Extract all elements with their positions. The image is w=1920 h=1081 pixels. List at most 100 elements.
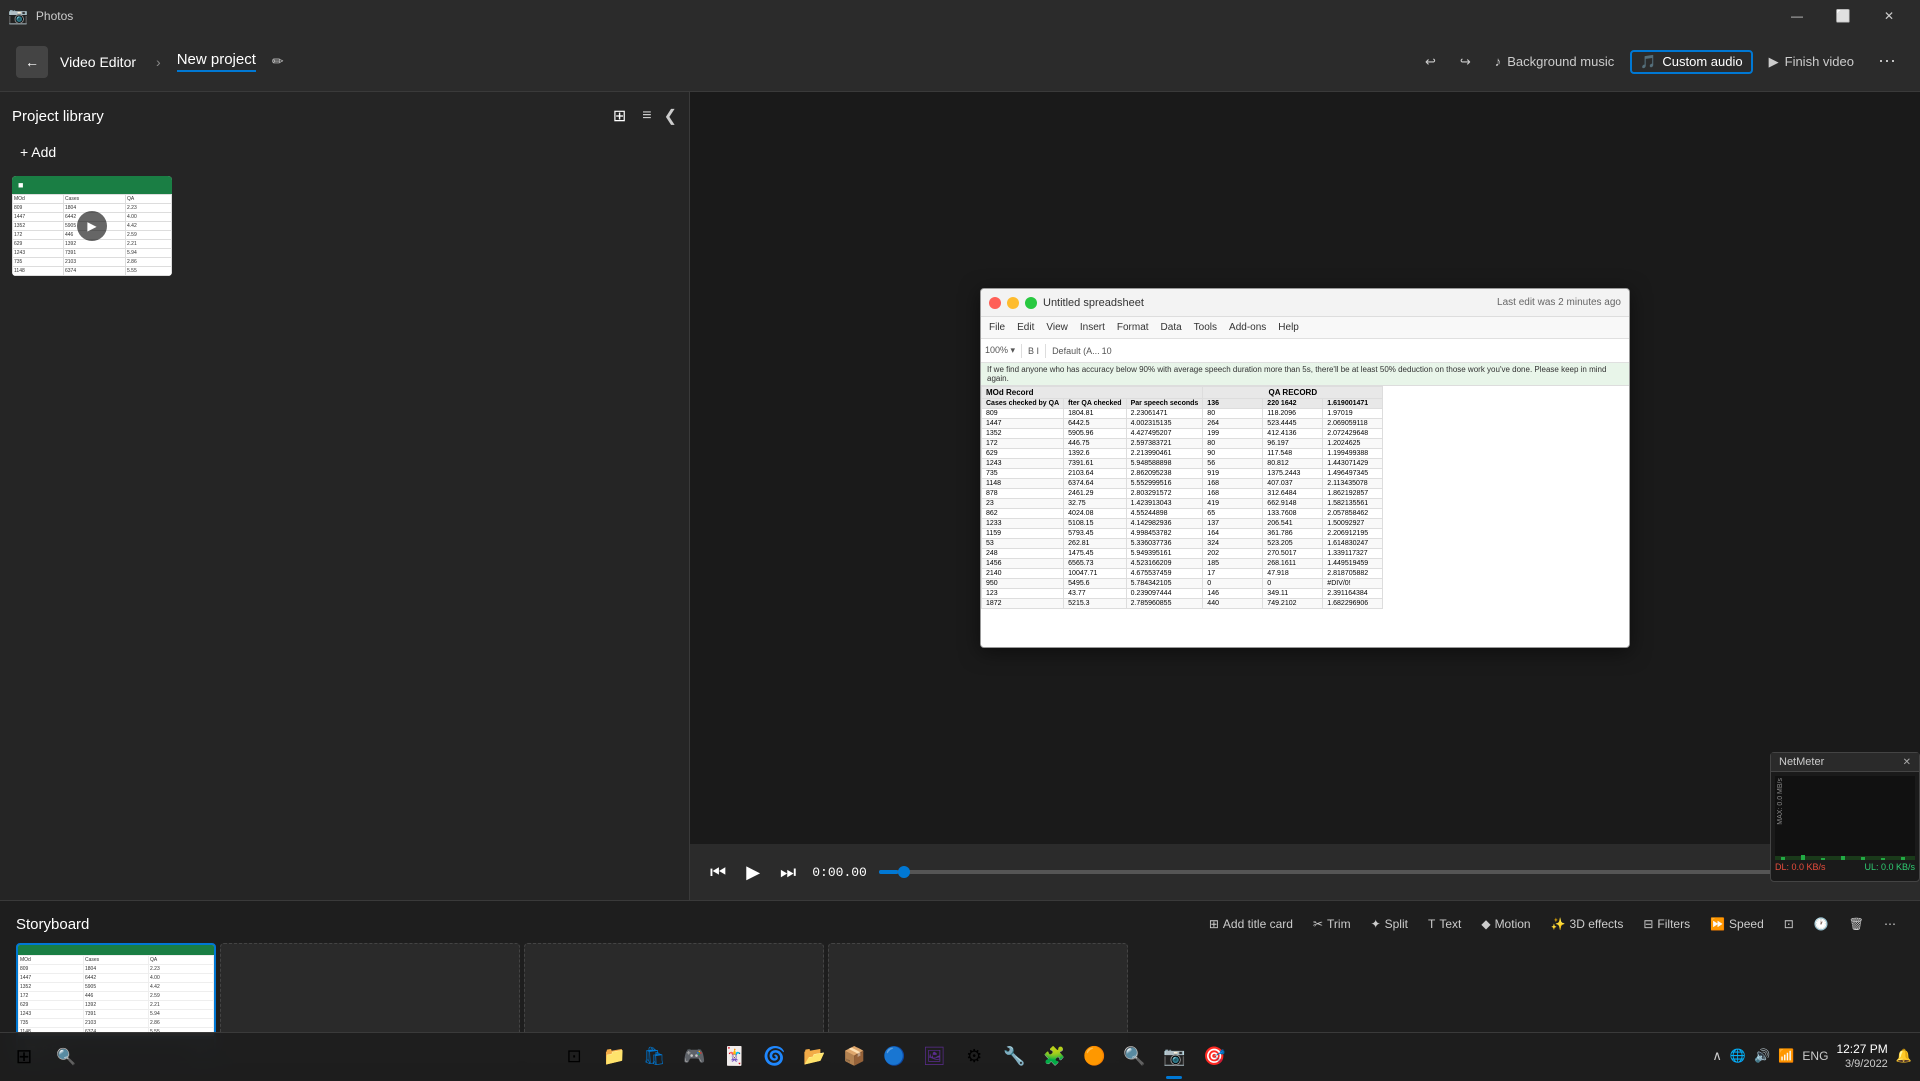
notifications-button[interactable]: 🔔	[1896, 1048, 1912, 1064]
dropbox-button[interactable]: 📦	[836, 1039, 872, 1075]
custom-audio-label: Custom audio	[1662, 54, 1742, 69]
list-view-button[interactable]: ≡	[638, 105, 655, 127]
table-row: 13525905.964.427495207199412.41362.07242…	[982, 429, 1383, 439]
menu-view[interactable]: View	[1046, 322, 1068, 333]
ss-close-btn[interactable]	[989, 297, 1001, 309]
music-icon: ♪	[1495, 54, 1502, 69]
menu-edit[interactable]: Edit	[1017, 322, 1034, 333]
start-button[interactable]: ⊞	[0, 1033, 48, 1081]
table-row: 8782461.292.803291572168312.64841.862192…	[982, 489, 1383, 499]
table-row: 2481475.455.949395161202270.50171.339117…	[982, 549, 1383, 559]
taskview-button[interactable]: ⊡	[556, 1039, 592, 1075]
dropbox-icon: 📦	[843, 1046, 865, 1067]
3d-effects-button[interactable]: ✨ 3D effects	[1543, 913, 1632, 935]
close-button[interactable]: ✕	[1866, 0, 1912, 32]
wifi-icon: 📶	[1778, 1048, 1794, 1064]
finish-video-button[interactable]: ▶ Finish video	[1761, 50, 1862, 74]
chrome-button[interactable]: 🔵	[876, 1039, 912, 1075]
xbox-button[interactable]: 🎮	[676, 1039, 712, 1075]
undo-button[interactable]: ↩	[1417, 50, 1444, 74]
dev-tools-button[interactable]: 🔧	[996, 1039, 1032, 1075]
browser-button[interactable]: 🟠	[1076, 1039, 1112, 1075]
rewind-button[interactable]: ⏮	[706, 858, 730, 887]
redo-button[interactable]: ↪	[1452, 50, 1479, 74]
speed-icon: ⏩	[1710, 917, 1725, 931]
more-tools-button[interactable]: ⋯	[1876, 913, 1904, 935]
menu-file[interactable]: File	[989, 322, 1005, 333]
spreadsheet-preview-window: Untitled spreadsheet Last edit was 2 min…	[980, 288, 1630, 648]
network-icon-button[interactable]: 🌐	[1730, 1048, 1746, 1064]
chrome-icon: 🔵	[883, 1046, 905, 1067]
background-music-button[interactable]: ♪ Background music	[1487, 50, 1622, 73]
crop-icon: ⊡	[1784, 917, 1794, 931]
taskbar-clock[interactable]: 12:27 PM 3/9/2022	[1836, 1042, 1887, 1072]
split-button[interactable]: ✦ Split	[1363, 913, 1416, 935]
grid-view-button[interactable]: ⊞	[609, 104, 630, 128]
ext-button[interactable]: 🧩	[1036, 1039, 1072, 1075]
timer-button[interactable]: 🕐	[1806, 913, 1837, 935]
photo-editor-button[interactable]: 🖼	[916, 1039, 952, 1075]
menu-tools[interactable]: Tools	[1194, 322, 1217, 333]
edit-project-name-button[interactable]: ✏	[272, 53, 284, 70]
crop-button[interactable]: ⊡	[1776, 913, 1802, 935]
solitaire-button[interactable]: 🃏	[716, 1039, 752, 1075]
store-button[interactable]: 🛍	[636, 1039, 672, 1075]
forward-button[interactable]: ⏭	[776, 858, 800, 887]
menu-insert[interactable]: Insert	[1080, 322, 1105, 333]
explorer-button[interactable]: 📁	[596, 1039, 632, 1075]
photos-button[interactable]: 📷	[1156, 1039, 1192, 1075]
search-button[interactable]: 🔍	[48, 1039, 84, 1075]
add-title-card-button[interactable]: ⊞ Add title card	[1201, 913, 1301, 935]
motion-label: Motion	[1495, 917, 1531, 931]
settings-button[interactable]: ⚙	[956, 1039, 992, 1075]
store-icon: 🛍	[643, 1046, 666, 1067]
maximize-button[interactable]: ⬜	[1820, 0, 1866, 32]
menu-help[interactable]: Help	[1278, 322, 1299, 333]
custom-audio-button[interactable]: 🎵 Custom audio	[1630, 50, 1752, 74]
menu-format[interactable]: Format	[1117, 322, 1149, 333]
files-button[interactable]: 📂	[796, 1039, 832, 1075]
taskbar-apps: ⊡ 📁 🛍 🎮 🃏 🌀 📂 📦 🔵 🖼 ⚙ 🔧 🧩 🟠 🔍 📷 🎯	[84, 1039, 1704, 1075]
trim-button[interactable]: ✂ Trim	[1305, 913, 1359, 935]
search-icon: 🔍	[56, 1047, 76, 1067]
menu-addons[interactable]: Add-ons	[1229, 322, 1266, 333]
ss-min-btn[interactable]	[1007, 297, 1019, 309]
settings-icon: ⚙	[966, 1046, 982, 1067]
volume-button[interactable]: 🔊	[1754, 1048, 1770, 1064]
play-pause-button[interactable]: ▶	[742, 858, 764, 887]
magnify-button[interactable]: 🔍	[1116, 1039, 1152, 1075]
code-button[interactable]: 🎯	[1196, 1039, 1232, 1075]
media-item[interactable]: ■ MOdCasesQA 80918042.23 144764424.00 13…	[12, 176, 172, 276]
wifi-button[interactable]: 📶	[1778, 1048, 1794, 1064]
collapse-library-button[interactable]: ❮	[664, 106, 677, 126]
speed-button[interactable]: ⏩ Speed	[1702, 913, 1772, 935]
more-tools-icon: ⋯	[1884, 917, 1896, 931]
progress-thumb[interactable]	[898, 866, 910, 878]
text-button[interactable]: T Text	[1420, 913, 1469, 935]
taskbar-chevron-button[interactable]: ∧	[1712, 1048, 1722, 1064]
add-title-icon: ⊞	[1209, 917, 1219, 931]
split-icon: ✦	[1371, 917, 1381, 931]
more-options-button[interactable]: ⋯	[1870, 47, 1904, 76]
table-row: 7352103.642.8620952389191375.24431.49649…	[982, 469, 1383, 479]
edge-icon: 🌀	[763, 1046, 785, 1067]
menu-data[interactable]: Data	[1161, 322, 1182, 333]
back-button[interactable]: ←	[16, 46, 48, 78]
library-controls: ⊞ ≡ ❮	[609, 104, 677, 128]
progress-bar[interactable]	[879, 870, 1814, 874]
add-media-button[interactable]: + Add	[12, 140, 64, 164]
netmeter-widget: NetMeter ✕ MAX: 0.0 MB/s DL: 0.0 KB/s UL…	[1770, 752, 1920, 882]
netmeter-close-button[interactable]: ✕	[1903, 757, 1911, 768]
table-row: 14476442.54.002315135264523.44452.069059…	[982, 419, 1383, 429]
play-overlay[interactable]: ▶	[77, 211, 107, 241]
motion-button[interactable]: ◆ Motion	[1473, 913, 1538, 935]
edge-button[interactable]: 🌀	[756, 1039, 792, 1075]
filters-button[interactable]: ⊟ Filters	[1635, 913, 1698, 935]
minimize-button[interactable]: —	[1774, 0, 1820, 32]
split-label: Split	[1385, 917, 1408, 931]
ss-max-btn[interactable]	[1025, 297, 1037, 309]
ss-last-edit: Last edit was 2 minutes ago	[1497, 297, 1621, 308]
effects-label: 3D effects	[1570, 917, 1624, 931]
delete-button[interactable]: 🗑	[1841, 913, 1872, 935]
storyboard-header: Storyboard ⊞ Add title card ✂ Trim ✦ Spl…	[16, 913, 1904, 935]
